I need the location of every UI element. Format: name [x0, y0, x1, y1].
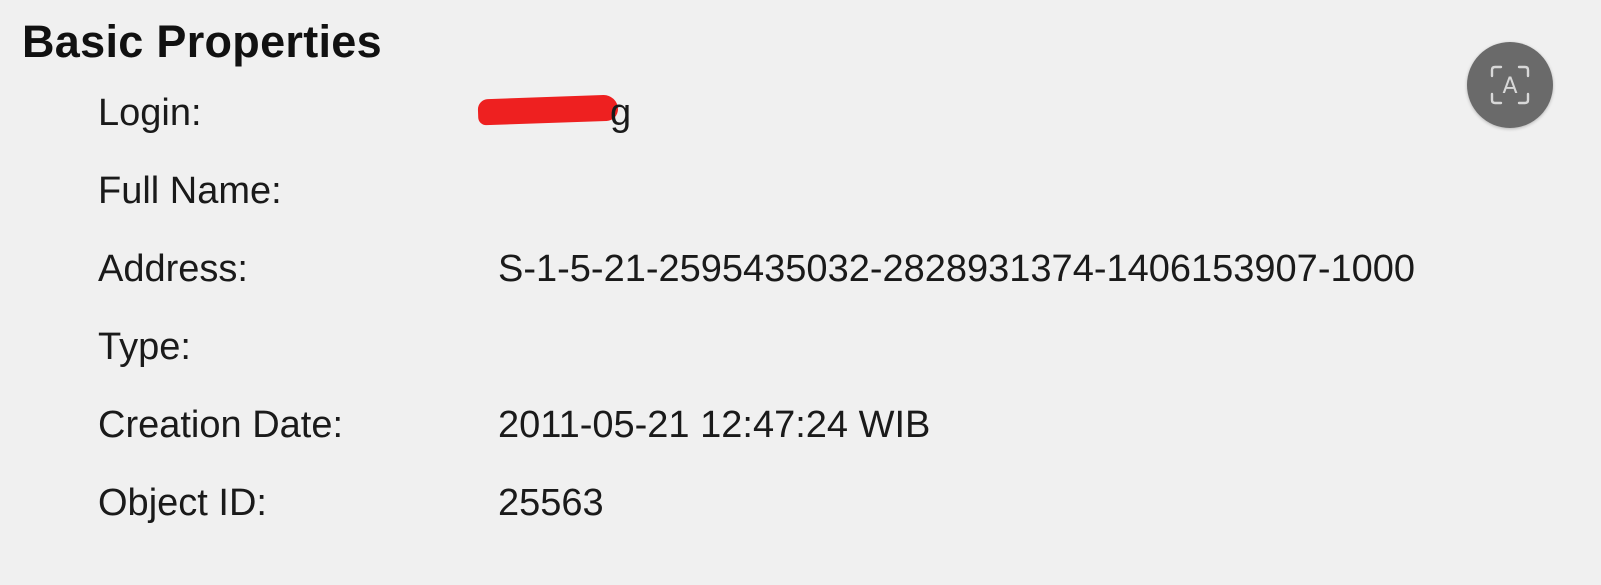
text-select-button[interactable]: A — [1467, 42, 1553, 128]
login-label: Login: — [98, 92, 202, 134]
property-row-creation-date: Creation Date: 2011-05-21 12:47:24 WIB — [98, 388, 1601, 466]
object-id-label: Object ID: — [98, 482, 267, 524]
property-row-full-name: Full Name: — [98, 154, 1601, 232]
property-row-object-id: Object ID: 25563 — [98, 466, 1601, 544]
properties-list: Login: g Full Name: Address: S-1-5-21-25… — [98, 76, 1601, 544]
creation-date-label: Creation Date: — [98, 404, 344, 446]
redaction-mark — [477, 94, 619, 126]
section-title: Basic Properties — [22, 16, 382, 67]
property-row-type: Type: — [98, 310, 1601, 388]
address-value: S-1-5-21-2595435032-2828931374-140615390… — [498, 248, 1416, 290]
type-label: Type: — [98, 326, 191, 368]
svg-text:A: A — [1502, 74, 1517, 99]
property-row-login: Login: g — [98, 76, 1601, 154]
property-row-address: Address: S-1-5-21-2595435032-2828931374-… — [98, 232, 1601, 310]
creation-date-value: 2011-05-21 12:47:24 WIB — [498, 404, 931, 446]
address-label: Address: — [98, 248, 248, 290]
object-id-value: 25563 — [498, 482, 604, 524]
login-value: g — [610, 92, 632, 134]
full-name-label: Full Name: — [98, 170, 282, 212]
text-select-icon: A — [1490, 65, 1530, 105]
